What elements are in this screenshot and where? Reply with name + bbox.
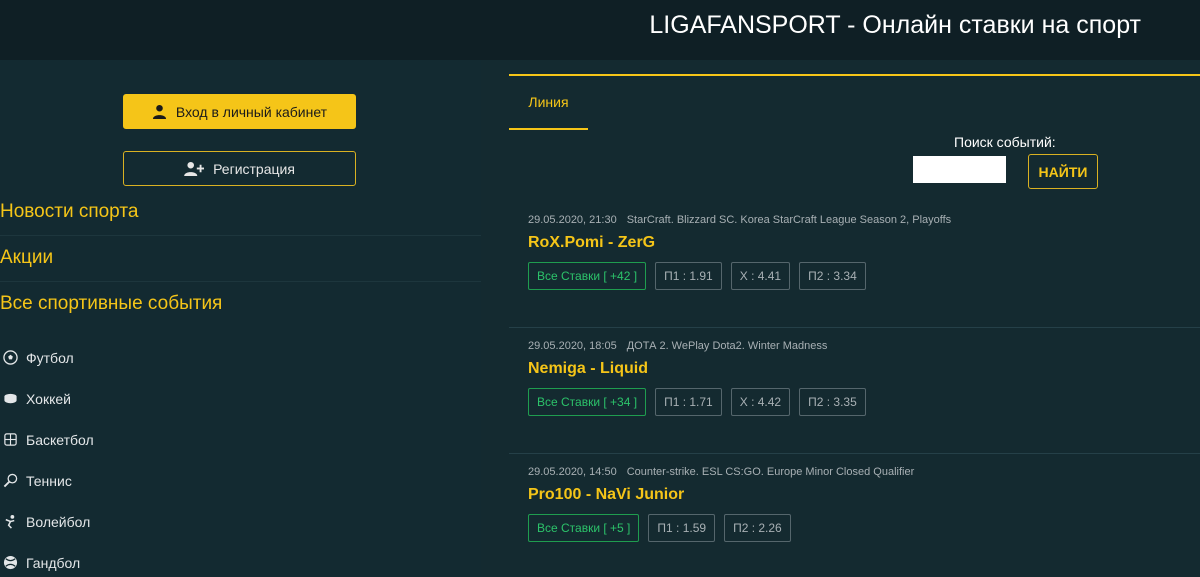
odds-group: Все Ставки [ +5 ] П1 : 1.59 П2 : 2.26	[528, 514, 800, 542]
sport-item-label: Хоккей	[26, 390, 71, 407]
sport-item-football[interactable]: Футбол	[0, 337, 481, 378]
odds-group: Все Ставки [ +42 ] П1 : 1.91 X : 4.41 П2…	[528, 262, 875, 290]
user-plus-icon	[184, 161, 205, 176]
event-row: 29.05.2020, 21:30 StarCraft. Blizzard SC.…	[509, 202, 1200, 328]
login-button-label: Вход в личный кабинет	[175, 103, 328, 120]
sport-list: Футбол Хоккей Баскетбол Теннис Волейбол	[0, 337, 481, 577]
nav-sports-news[interactable]: Новости спорта	[0, 201, 481, 236]
basketball-icon	[0, 432, 26, 447]
register-button[interactable]: Регистрация	[123, 151, 356, 186]
search-label: Поиск событий:	[954, 134, 1056, 150]
sport-item-volleyball[interactable]: Волейбол	[0, 501, 481, 542]
main-content: Линия Поиск событий: НАЙТИ 29.05.2020, 2…	[509, 74, 1200, 577]
search-button[interactable]: НАЙТИ	[1028, 154, 1098, 189]
event-datetime: 29.05.2020, 14:50	[528, 466, 617, 478]
event-league: ДОТА 2. WePlay Dota2. Winter Madness	[626, 340, 828, 352]
sport-item-hockey[interactable]: Хоккей	[0, 378, 481, 419]
sport-item-handball[interactable]: Гандбол	[0, 542, 481, 577]
event-teams[interactable]: Pro100 - NaVi Junior	[528, 486, 684, 504]
odd-button[interactable]: П1 : 1.59	[648, 514, 716, 542]
event-datetime: 29.05.2020, 18:05	[528, 340, 617, 352]
event-row: 29.05.2020, 14:50 Counter-strike. ESL CS:…	[509, 454, 1200, 577]
sport-item-tennis[interactable]: Теннис	[0, 460, 481, 501]
odd-button[interactable]: П2 : 3.34	[799, 262, 866, 290]
event-teams[interactable]: RoX.Pomi - ZerG	[528, 234, 655, 252]
event-datetime: 29.05.2020, 21:30	[528, 214, 617, 226]
hockey-puck-icon	[0, 391, 26, 406]
site-title: LIGAFANSPORT - Онлайн ставки на спорт	[649, 11, 1141, 39]
sport-item-basketball[interactable]: Баскетбол	[0, 419, 481, 460]
event-meta: 29.05.2020, 21:30 StarCraft. Blizzard SC.…	[528, 214, 951, 226]
all-bets-button[interactable]: Все Ставки [ +34 ]	[528, 388, 647, 416]
tab-line[interactable]: Линия	[509, 76, 588, 130]
sport-item-label: Футбол	[26, 349, 74, 366]
event-league: Counter-strike. ESL CS:GO. Europe Minor …	[626, 466, 915, 478]
top-bar: LIGAFANSPORT - Онлайн ставки на спорт	[0, 0, 1200, 60]
nav-promotions[interactable]: Акции	[0, 247, 481, 282]
odd-button[interactable]: X : 4.42	[730, 388, 791, 416]
sport-item-label: Гандбол	[26, 554, 81, 571]
sport-item-label: Теннис	[26, 472, 72, 489]
search-input[interactable]	[913, 156, 1006, 183]
event-meta: 29.05.2020, 14:50 Counter-strike. ESL CS:…	[528, 466, 914, 478]
login-button[interactable]: Вход в личный кабинет	[123, 94, 356, 129]
nav-all-events[interactable]: Все спортивные события	[0, 293, 481, 327]
sport-item-label: Баскетбол	[26, 431, 94, 448]
handball-icon	[0, 555, 26, 570]
all-bets-button[interactable]: Все Ставки [ +42 ]	[528, 262, 647, 290]
odd-button[interactable]: X : 4.41	[730, 262, 791, 290]
soccer-ball-icon	[0, 350, 26, 365]
event-teams[interactable]: Nemiga - Liquid	[528, 360, 648, 378]
user-icon	[152, 104, 166, 119]
volleyball-icon	[0, 514, 26, 529]
odd-button[interactable]: П1 : 1.71	[655, 388, 722, 416]
sport-item-label: Волейбол	[26, 513, 91, 530]
odd-button[interactable]: П2 : 2.26	[724, 514, 791, 542]
event-meta: 29.05.2020, 18:05 ДОТА 2. WePlay Dota2. W…	[528, 340, 827, 352]
odd-button[interactable]: П1 : 1.91	[655, 262, 722, 290]
all-bets-button[interactable]: Все Ставки [ +5 ]	[528, 514, 640, 542]
tennis-racket-icon	[0, 473, 26, 488]
event-row: 29.05.2020, 18:05 ДОТА 2. WePlay Dota2. W…	[509, 328, 1200, 454]
odd-button[interactable]: П2 : 3.35	[799, 388, 866, 416]
register-button-label: Регистрация	[213, 160, 295, 177]
sidebar: Вход в личный кабинет Регистрация Новост…	[0, 60, 481, 577]
event-league: StarCraft. Blizzard SC. Korea StarCraft …	[626, 214, 952, 226]
odds-group: Все Ставки [ +34 ] П1 : 1.71 X : 4.42 П2…	[528, 388, 875, 416]
